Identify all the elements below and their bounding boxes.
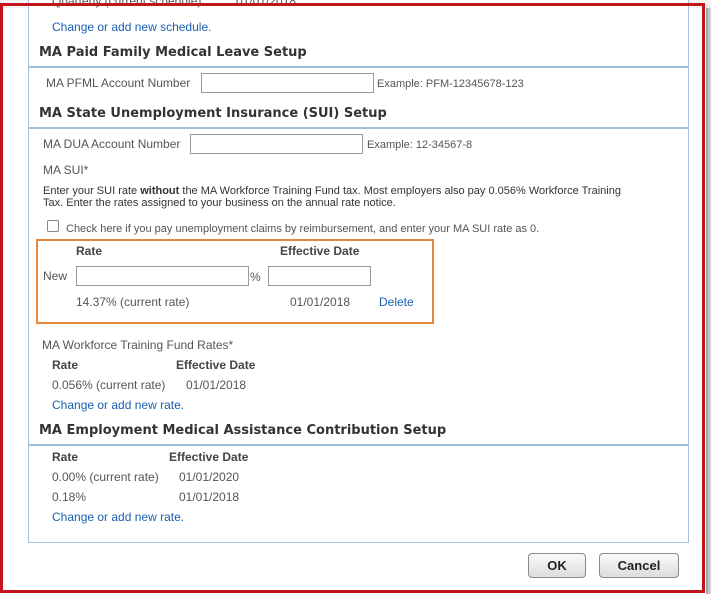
schedule-label: Quarterly (current schedule) (52, 0, 202, 8)
emac-section-header: MA Employment Medical Assistance Contrib… (39, 423, 447, 438)
pfml-example: Example: PFM-12345678-123 (377, 78, 524, 90)
section-divider (28, 66, 689, 68)
emac-row-date: 01/01/2020 (179, 470, 240, 484)
new-rate-input[interactable] (76, 266, 249, 286)
new-rate-label: New (43, 269, 68, 283)
sui-label: MA SUI* (43, 163, 89, 177)
sui-note-line2: Tax. Enter the rates assigned to your bu… (43, 197, 396, 209)
change-schedule-link[interactable]: Change or add new schedule. (52, 20, 211, 34)
emac-date-col-header: Effective Date (169, 450, 249, 464)
dialog-shadow (706, 8, 711, 594)
cancel-button[interactable]: Cancel (599, 553, 679, 578)
section-divider (28, 444, 689, 446)
sui-date-col-header: Effective Date (280, 244, 360, 258)
pfml-account-label: MA PFML Account Number (46, 76, 191, 90)
section-divider (28, 127, 689, 129)
pfml-account-input[interactable] (201, 73, 374, 93)
dua-account-input[interactable] (190, 134, 363, 154)
wtf-rate-col-header: Rate (52, 358, 79, 372)
sui-current-rate: 14.37% (current rate) (76, 295, 190, 309)
new-date-input[interactable] (268, 266, 371, 286)
emac-row-rate: 0.00% (current rate) (52, 470, 159, 484)
emac-row-date: 01/01/2018 (179, 490, 240, 504)
dua-example: Example: 12-34567-8 (367, 139, 473, 151)
wtf-change-link[interactable]: Change or add new rate. (52, 398, 184, 412)
schedule-date: 01/01/2018 (236, 0, 297, 8)
wtf-label: MA Workforce Training Fund Rates* (42, 338, 234, 352)
emac-change-link[interactable]: Change or add new rate. (52, 510, 184, 524)
dua-account-label: MA DUA Account Number (43, 137, 181, 151)
wtf-date: 01/01/2018 (186, 378, 247, 392)
percent-symbol: % (250, 270, 261, 284)
delete-rate-link[interactable]: Delete (379, 295, 414, 309)
emac-row-rate: 0.18% (52, 490, 87, 504)
sui-note-line1: Enter your SUI rate without the MA Workf… (43, 185, 621, 197)
ok-button[interactable]: OK (528, 553, 586, 578)
sui-section-header: MA State Unemployment Insurance (SUI) Se… (39, 106, 387, 121)
wtf-date-col-header: Effective Date (176, 358, 256, 372)
pfml-section-header: MA Paid Family Medical Leave Setup (39, 45, 307, 60)
sui-rate-col-header: Rate (76, 244, 103, 258)
wtf-rate: 0.056% (current rate) (52, 378, 166, 392)
emac-rate-col-header: Rate (52, 450, 79, 464)
reimbursement-label: Check here if you pay unemployment claim… (66, 223, 540, 235)
sui-current-date: 01/01/2018 (290, 295, 351, 309)
reimbursement-checkbox[interactable] (47, 220, 59, 232)
